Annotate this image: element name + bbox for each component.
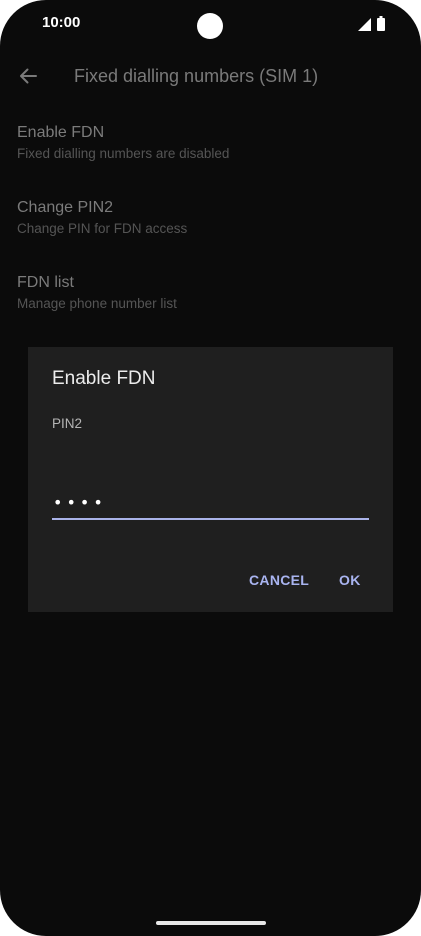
pin2-value: •••• <box>53 493 107 512</box>
page-title: Fixed dialling numbers (SIM 1) <box>74 66 319 86</box>
enable-fdn-dialog: Enable FDN PIN2 •••• CANCEL OK <box>28 347 393 612</box>
pref-title: FDN list <box>17 274 74 291</box>
pin2-label: PIN2 <box>52 416 83 431</box>
signal-icon <box>358 18 371 31</box>
dialog-title: Enable FDN <box>52 368 156 389</box>
pref-summary: Fixed dialling numbers are disabled <box>17 146 230 161</box>
pin2-input[interactable]: •••• <box>52 490 369 520</box>
pref-change-pin2[interactable]: Change PIN2 Change PIN for FDN access <box>17 198 187 238</box>
status-time: 10:00 <box>42 14 81 31</box>
phone-screen: 10:00 Fixed dialling numbers (SIM 1) Ena… <box>0 0 421 936</box>
battery-icon <box>377 16 385 31</box>
cancel-button[interactable]: CANCEL <box>249 572 309 588</box>
home-gesture-handle[interactable] <box>156 921 266 925</box>
pref-title: Change PIN2 <box>17 199 114 216</box>
camera-cutout <box>197 13 223 39</box>
pref-enable-fdn[interactable]: Enable FDN Fixed dialling numbers are di… <box>17 123 229 163</box>
pref-title: Enable FDN <box>17 124 105 141</box>
pref-summary: Manage phone number list <box>17 296 177 311</box>
pref-fdn-list[interactable]: FDN list Manage phone number list <box>17 273 177 313</box>
pref-summary: Change PIN for FDN access <box>17 221 188 236</box>
arrow-back-icon[interactable] <box>14 62 42 90</box>
ok-button[interactable]: OK <box>339 572 361 588</box>
